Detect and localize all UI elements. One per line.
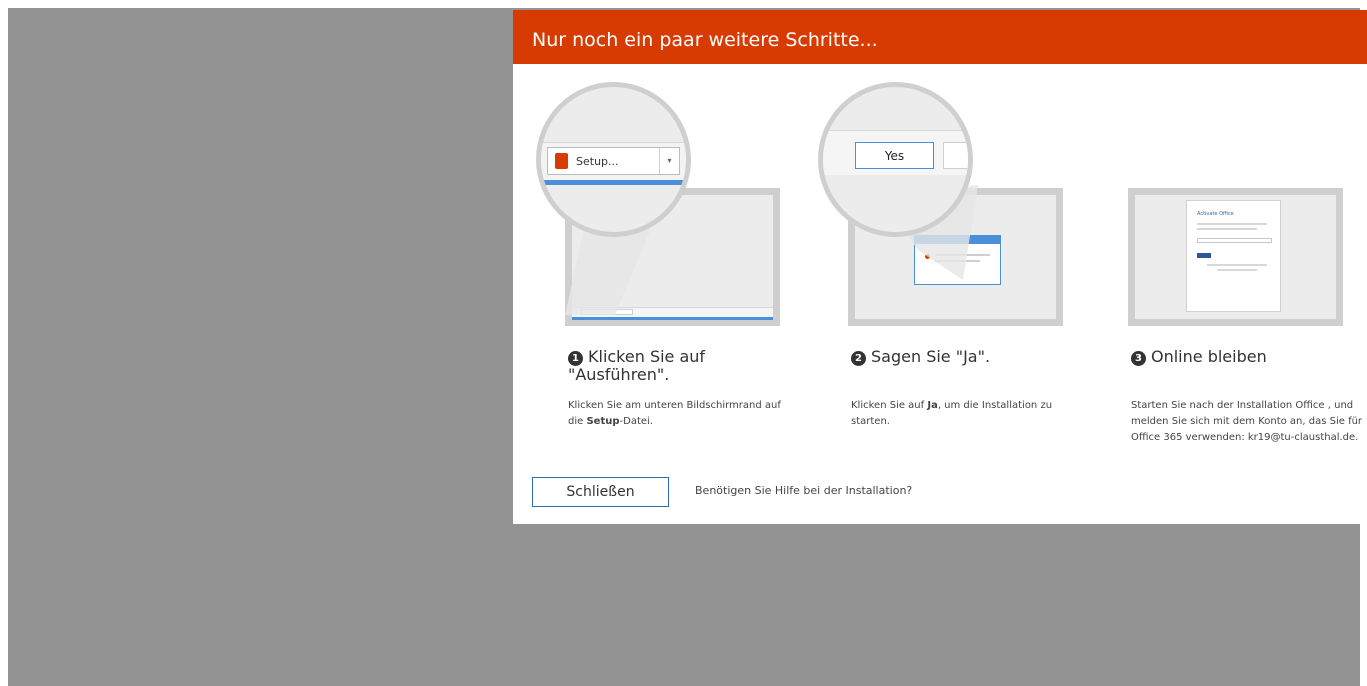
setup-dialog: Nur noch ein paar weitere Schritte... Se… [513,10,1367,524]
step-2-title: 2 Sagen Sie "Ja". [851,348,990,366]
step-2-number: 2 [851,351,866,366]
step-1-title: 1 Klicken Sie auf "Ausführen". [568,348,795,384]
step-3-description: Starten Sie nach der Installation Office… [1131,400,1363,443]
activate-window-title: Activate Office [1197,211,1234,217]
step-1-title-text: Klicken Sie auf "Ausführen". [568,347,706,384]
step-yes: Yes 2 Sagen Sie "Ja". Klicken Sie auf Ja,… [818,75,1078,475]
magnifier-setup: Setup... ▾ [536,82,691,237]
step-1-number: 1 [568,351,583,366]
no-button [943,142,968,169]
step-3-title: 3 Online bleiben [1131,348,1267,366]
step-3-number: 3 [1131,351,1146,366]
dialog-title: Nur noch ein paar weitere Schritte... [532,29,878,51]
setup-label: Setup... [576,154,619,168]
step-online: Activate Office 3 Online bleiben Starten … [1123,75,1367,475]
step-2-title-text: Sagen Sie "Ja". [871,347,991,366]
setup-download-button: Setup... ▾ [547,147,680,175]
step-3-title-text: Online bleiben [1151,347,1267,366]
office-logo-icon [555,153,568,169]
magnifier-yes: Yes [818,82,973,237]
close-button[interactable]: Schließen [532,477,669,507]
yes-button: Yes [855,142,934,169]
step-1-description: Klicken Sie am unteren Bildschirmrand au… [568,400,781,427]
dialog-header: Nur noch ein paar weitere Schritte... [513,10,1367,64]
activate-window-icon: Activate Office [1186,200,1281,312]
chevron-down-icon: ▾ [659,148,679,174]
monitor-illustration: Activate Office [1128,188,1343,326]
step-run: Setup... ▾ 1 Klicken Sie auf "Ausführen".… [535,75,795,475]
magnifier-blue-bar [541,180,686,185]
installation-help-link[interactable]: Benötigen Sie Hilfe bei der Installation… [695,484,912,497]
step-2-description: Klicken Sie auf Ja, um die Installation … [851,400,1053,427]
